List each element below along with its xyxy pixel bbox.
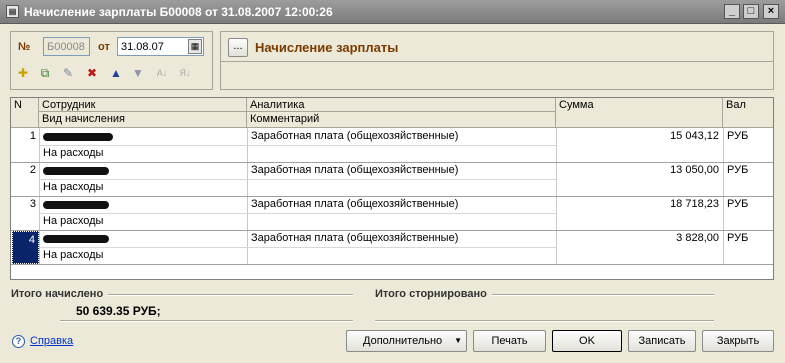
accruals-table[interactable]: N Сотрудник Вид начисления Аналитика Ком… — [10, 97, 774, 280]
row-subline — [39, 179, 247, 180]
help-link[interactable]: Справка — [30, 335, 73, 347]
row-subline — [39, 145, 247, 146]
close-window-button[interactable]: × — [763, 4, 779, 19]
redacted-employee — [43, 201, 109, 209]
save-button[interactable]: Записать — [628, 330, 696, 352]
close-button[interactable]: Закрыть — [702, 330, 774, 352]
analytics-cell: Заработная плата (общехозяйственные) — [251, 130, 459, 142]
analytics-cell: Заработная плата (общехозяйственные) — [251, 198, 459, 210]
row-number: 4 — [12, 231, 39, 264]
total-accrued-label: Итого начислено — [11, 288, 104, 300]
analytics-cell: Заработная плата (общехозяйственные) — [251, 164, 459, 176]
row-number: 1 — [29, 130, 36, 142]
column-header-accrual-type[interactable]: Вид начисления — [39, 112, 247, 128]
maximize-button[interactable]: □ — [743, 4, 759, 19]
separator — [60, 320, 353, 322]
column-header-n[interactable]: N — [11, 98, 39, 128]
help-icon[interactable]: ? — [12, 335, 25, 348]
sum-cell: 13 050,00 — [670, 164, 719, 176]
currency-cell: РУБ — [727, 198, 749, 210]
dropdown-arrow-icon: ▼ — [454, 336, 462, 345]
sort-desc-icon[interactable]: Я↓ — [178, 66, 192, 80]
row-subline — [247, 179, 556, 180]
add-row-icon[interactable]: ✚ — [16, 66, 30, 80]
row-subline — [39, 247, 247, 248]
operation-title: Начисление зарплаты — [255, 40, 399, 55]
separator — [108, 294, 353, 296]
ok-button[interactable]: OK — [552, 330, 622, 352]
more-button-label: Дополнительно — [363, 335, 443, 347]
currency-cell: РУБ — [727, 164, 749, 176]
row-number: 2 — [29, 164, 36, 176]
row-divider — [11, 264, 773, 265]
column-header-analytics[interactable]: Аналитика — [247, 98, 556, 112]
move-down-icon[interactable]: ▼ — [131, 66, 145, 80]
column-header-sum[interactable]: Сумма — [556, 98, 723, 128]
sort-asc-icon[interactable]: A↓ — [155, 66, 169, 80]
select-operation-button[interactable]: ... — [228, 38, 248, 57]
delete-row-icon[interactable]: ✖ — [85, 66, 99, 80]
separator — [375, 320, 714, 322]
row-subline — [247, 145, 556, 146]
redacted-employee — [43, 133, 113, 141]
currency-cell: РУБ — [727, 232, 749, 244]
separator — [492, 294, 714, 296]
move-up-icon[interactable]: ▲ — [109, 66, 123, 80]
row-subline — [39, 213, 247, 214]
window-title: Начисление зарплаты Б00008 от 31.08.2007… — [24, 5, 333, 19]
row-number: 3 — [29, 198, 36, 210]
column-header-employee[interactable]: Сотрудник — [39, 98, 247, 112]
row-subline — [247, 247, 556, 248]
column-header-comment[interactable]: Комментарий — [247, 112, 556, 128]
accrual-type-cell: На расходы — [43, 147, 104, 159]
accrual-type-cell: На расходы — [43, 215, 104, 227]
copy-row-icon[interactable]: ⧉ — [38, 66, 52, 80]
sum-cell: 3 828,00 — [676, 232, 719, 244]
redacted-employee — [43, 235, 109, 243]
edit-row-icon[interactable]: ✎ — [61, 66, 75, 80]
print-button[interactable]: Печать — [473, 330, 546, 352]
minimize-button[interactable]: _ — [724, 4, 740, 19]
accrual-type-cell: На расходы — [43, 249, 104, 261]
total-accrued-value: 50 639.35 РУБ; — [76, 304, 161, 318]
more-button[interactable]: Дополнительно ▼ — [346, 330, 467, 352]
number-field[interactable] — [43, 37, 90, 56]
sum-cell: 18 718,23 — [670, 198, 719, 210]
column-header-currency[interactable]: Вал — [723, 98, 773, 128]
calendar-icon[interactable]: ▦ — [188, 39, 202, 54]
total-reversed-label: Итого сторнировано — [375, 288, 487, 300]
title-bar: ▤ Начисление зарплаты Б00008 от 31.08.20… — [0, 0, 785, 24]
redacted-employee — [43, 167, 109, 175]
date-label: от — [98, 41, 110, 53]
operation-divider — [220, 61, 774, 62]
number-label: № — [18, 41, 31, 53]
analytics-cell: Заработная плата (общехозяйственные) — [251, 232, 459, 244]
row-subline — [247, 213, 556, 214]
document-icon: ▤ — [6, 5, 19, 18]
currency-cell: РУБ — [727, 130, 749, 142]
sum-cell: 15 043,12 — [670, 130, 719, 142]
accrual-type-cell: На расходы — [43, 181, 104, 193]
